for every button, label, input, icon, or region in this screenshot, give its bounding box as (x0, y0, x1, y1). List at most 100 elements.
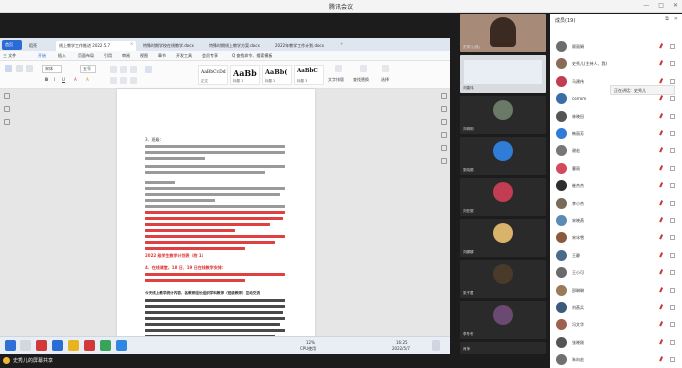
backup-icon[interactable] (441, 158, 447, 164)
numbered-list-icon[interactable] (120, 66, 127, 73)
member-row[interactable]: 张晓刚 (556, 336, 678, 350)
video-tile[interactable]: 刘建伟 (460, 55, 546, 93)
font-color-icon[interactable]: A (74, 77, 77, 82)
popout-icon[interactable]: ⧉ (665, 16, 669, 22)
start-icon[interactable] (5, 340, 16, 351)
video-tile[interactable]: 肖萍 (460, 342, 546, 354)
bold-icon[interactable]: B (45, 77, 48, 82)
highlight-icon[interactable]: A (86, 77, 89, 82)
find-icon[interactable] (4, 119, 10, 125)
member-row[interactable]: 王小可 (556, 266, 678, 280)
member-row[interactable]: 史秀儿(主持人、我) (556, 57, 678, 71)
member-row[interactable]: 朱向宏 (556, 353, 678, 367)
property-icon[interactable] (441, 132, 447, 138)
style-heading-3[interactable]: AaBbC 标题 3 (294, 65, 324, 85)
member-row[interactable]: 刘燕兵 (556, 301, 678, 315)
wps-doc-icon[interactable] (84, 340, 95, 351)
video-tile[interactable]: 张晓丽 (460, 137, 546, 175)
member-row[interactable]: 邵琳琳 (556, 284, 678, 298)
member-row[interactable]: 韩丽芳 (556, 127, 678, 141)
align-center-icon[interactable] (120, 77, 127, 84)
video-tile[interactable]: 刘玥玥 (460, 96, 546, 134)
member-row[interactable]: 李小杰 (556, 197, 678, 211)
underline-icon[interactable]: U (62, 77, 65, 82)
menu-member[interactable]: 会员专享 (202, 53, 218, 59)
tab-home[interactable]: 首页 (2, 40, 22, 50)
menu-view[interactable]: 视图 (140, 53, 148, 59)
style-label: 标题 3 (297, 79, 308, 83)
paste-icon[interactable] (5, 65, 12, 72)
select-icon[interactable] (382, 65, 389, 72)
menu-layout[interactable]: 页面布局 (78, 53, 94, 59)
bullet-list-icon[interactable] (110, 66, 117, 73)
menu-reference[interactable]: 引用 (104, 53, 112, 59)
member-row[interactable]: 林晓田 (556, 110, 678, 124)
menu-review[interactable]: 审阅 (122, 53, 130, 59)
video-tile[interactable]: 刘亚丽 (460, 178, 546, 216)
sharing-text: 史秀儿的屏幕共享 (13, 358, 54, 364)
command-search[interactable]: Q 查找命令、搜索模板 (232, 53, 272, 59)
tab-doc-2[interactable]: 特殊时期学校在线教学.docx (140, 41, 204, 51)
search-icon[interactable] (20, 340, 31, 351)
edit-icon[interactable] (441, 93, 447, 99)
format-painter-icon[interactable] (26, 65, 33, 72)
tencent-meeting-icon[interactable] (116, 340, 127, 351)
member-row[interactable]: 冯文华 (556, 318, 678, 332)
style-panel-icon[interactable] (441, 106, 447, 112)
find-replace-button[interactable]: 查找替换 (353, 77, 369, 83)
select-button[interactable]: 选择 (381, 77, 389, 83)
wps-app-icon[interactable] (36, 340, 47, 351)
cut-icon[interactable] (16, 65, 23, 72)
tab-doc-3[interactable]: 特殊时期线上教学方案.docx (206, 41, 270, 51)
browser-icon[interactable] (52, 340, 63, 351)
close-tab-icon[interactable]: × (130, 41, 133, 46)
style-heading-2[interactable]: AaBb( 标题 2 (262, 65, 292, 85)
wechat-icon[interactable] (100, 340, 111, 351)
member-row[interactable]: 曹丽 (556, 162, 678, 176)
menu-developer[interactable]: 开发工具 (176, 53, 192, 59)
share-icon[interactable] (441, 145, 447, 151)
bookmark-icon[interactable] (4, 106, 10, 112)
text-layout-button[interactable]: 文字排版 (328, 77, 344, 83)
align-left-icon[interactable] (110, 77, 117, 84)
video-tile-self[interactable]: 史秀儿(我) (460, 14, 546, 52)
align-right-icon[interactable] (130, 77, 137, 84)
italic-icon[interactable]: I (54, 77, 55, 82)
close-panel-icon[interactable]: ✕ (674, 16, 678, 22)
outline-icon[interactable] (4, 93, 10, 99)
camera-icon (670, 183, 675, 189)
text-layout-icon[interactable] (335, 65, 342, 72)
notification-icon[interactable] (432, 340, 440, 351)
select-panel-icon[interactable] (441, 119, 447, 125)
member-row[interactable]: 王静 (556, 249, 678, 263)
member-row[interactable]: 崔杰杰 (556, 179, 678, 193)
member-row[interactable]: 宋晓燕 (556, 214, 678, 228)
video-tile[interactable]: 张子君 (460, 260, 546, 298)
member-row[interactable]: 顾丽娟 (556, 40, 678, 54)
menu-chapter[interactable]: 章节 (158, 53, 166, 59)
video-tile[interactable]: 刘娜娜 (460, 219, 546, 257)
style-normal[interactable]: AaBbCcDd 正文 (198, 65, 228, 85)
member-row[interactable]: 宋冰雪 (556, 231, 678, 245)
member-name: 宋晓燕 (572, 218, 584, 223)
video-tile[interactable]: 李冬冬 (460, 301, 546, 339)
maximize-icon[interactable]: □ (658, 2, 664, 9)
style-heading-1[interactable]: AaBb 标题 1 (230, 65, 260, 85)
font-name-select[interactable]: 宋体 (42, 65, 62, 73)
line-spacing-icon[interactable] (145, 66, 152, 73)
menu-file[interactable]: 三 文件 (3, 53, 16, 59)
minimize-icon[interactable]: — (643, 2, 649, 9)
tab-current-doc[interactable]: 线上教学工作推进 2022.5.7 (56, 41, 136, 51)
menu-insert[interactable]: 插入 (58, 53, 66, 59)
find-replace-icon[interactable] (360, 65, 367, 72)
close-icon[interactable]: ✕ (673, 2, 678, 9)
menu-home[interactable]: 开始 (38, 53, 46, 59)
tab-doc-4[interactable]: 2022年教学工作计划.docx (272, 41, 336, 51)
font-size-select[interactable]: 五号 (80, 65, 96, 73)
folder-icon[interactable] (68, 340, 79, 351)
indent-icon[interactable] (130, 66, 137, 73)
document-page[interactable]: 3．班级： 2022 级学生教学计划表（附 1） 4．在线课堂，18 日、19 … (117, 89, 315, 348)
new-tab-icon[interactable]: + (340, 41, 343, 46)
tab-docer[interactable]: 稻壳 (26, 41, 52, 51)
member-row[interactable]: 谢宏 (556, 144, 678, 158)
